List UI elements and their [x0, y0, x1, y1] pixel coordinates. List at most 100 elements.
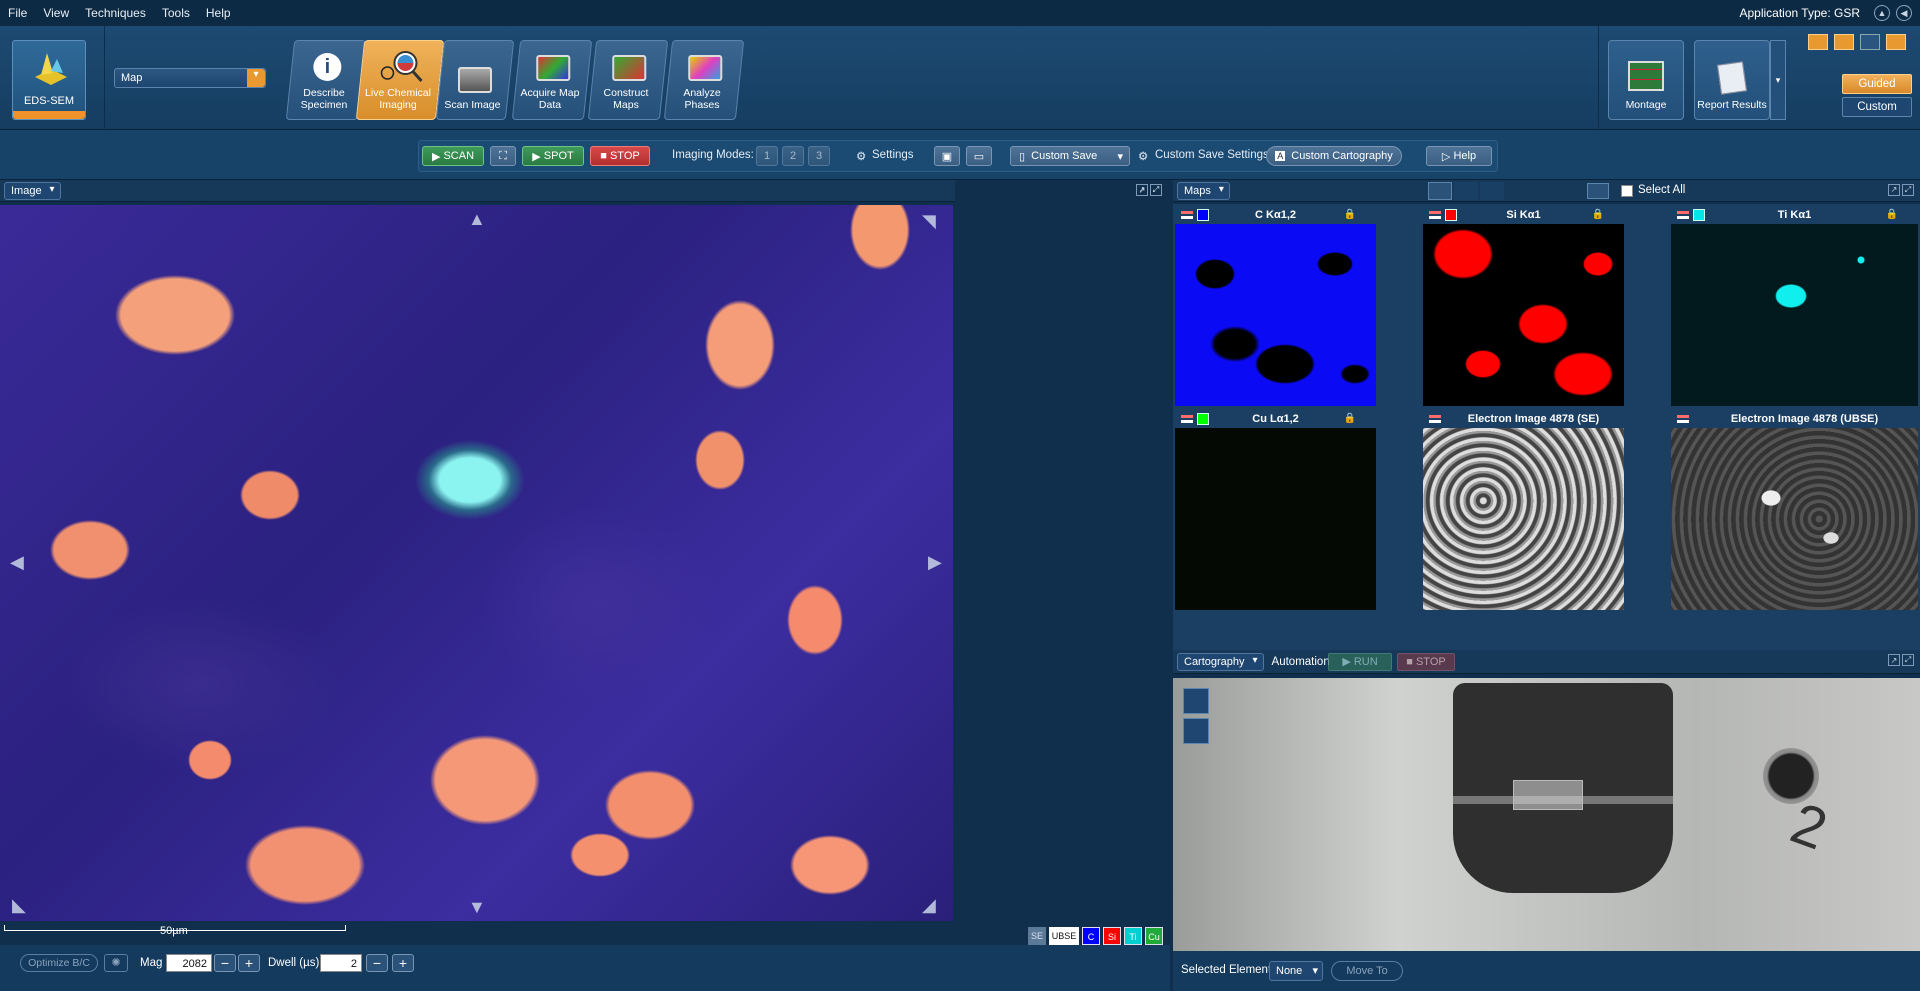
- mag-input[interactable]: 2082: [166, 954, 212, 972]
- workflow-describe-specimen[interactable]: i Describe Specimen: [285, 40, 367, 120]
- nav-down-right-icon[interactable]: ◢: [922, 895, 936, 916]
- lock-icon[interactable]: 🔒: [1344, 413, 1356, 424]
- hand-tool-icon[interactable]: [1183, 688, 1209, 714]
- layers-icon[interactable]: [1429, 209, 1441, 221]
- layers-icon[interactable]: [1429, 413, 1441, 425]
- channel-se[interactable]: SE: [1028, 927, 1046, 945]
- menu-view[interactable]: View: [35, 6, 77, 20]
- popout-icon[interactable]: ⤢: [1150, 184, 1162, 196]
- map-tile-si[interactable]: Si Kα1 🔒: [1423, 206, 1624, 406]
- layout-1-icon[interactable]: [1808, 34, 1828, 50]
- cartography-view[interactable]: 2: [1173, 678, 1920, 951]
- dwell-decrease-button[interactable]: −: [366, 954, 388, 972]
- channel-cu[interactable]: Cu: [1145, 927, 1163, 945]
- lock-icon[interactable]: 🔒: [1592, 209, 1604, 220]
- montage-button[interactable]: Montage: [1608, 40, 1684, 120]
- popout-icon[interactable]: ⤢: [1902, 654, 1914, 666]
- zoom-out-icon[interactable]: [1480, 182, 1504, 200]
- auto-settings-icon[interactable]: ✺: [104, 954, 128, 972]
- scan-area-button[interactable]: ⛶: [490, 146, 516, 166]
- expand-icon[interactable]: ↗: [1136, 184, 1148, 196]
- color-swatch[interactable]: [1197, 209, 1209, 221]
- nav-up-icon[interactable]: ▲: [468, 209, 486, 230]
- move-to-button[interactable]: Move To: [1331, 961, 1403, 981]
- layers-icon[interactable]: [1587, 183, 1609, 199]
- dwell-increase-button[interactable]: +: [392, 954, 414, 972]
- map-tile-ti[interactable]: Ti Kα1 🔒: [1671, 206, 1918, 406]
- map-tile-c[interactable]: C Kα1,2 🔒: [1175, 206, 1376, 406]
- stop-button[interactable]: ■ STOP: [590, 146, 650, 166]
- back-icon[interactable]: ◀: [1896, 5, 1912, 21]
- imaging-mode-3[interactable]: 3: [808, 146, 830, 166]
- menu-tools[interactable]: Tools: [154, 6, 198, 20]
- report-results-button[interactable]: Report Results: [1694, 40, 1770, 120]
- image-dropdown[interactable]: Image: [4, 181, 61, 200]
- guided-button[interactable]: Guided: [1842, 74, 1912, 94]
- channel-ti[interactable]: Ti: [1124, 927, 1142, 945]
- custom-save-settings-button[interactable]: Custom Save Settings: [1155, 149, 1269, 161]
- menu-techniques[interactable]: Techniques: [77, 6, 154, 20]
- color-swatch[interactable]: [1693, 209, 1705, 221]
- chevron-down-icon[interactable]: ▾: [1117, 150, 1123, 163]
- gear-icon[interactable]: ⚙: [1138, 149, 1148, 163]
- map-tile-cu[interactable]: Cu Lα1,2 🔒: [1175, 410, 1376, 610]
- up-icon[interactable]: ▲: [1874, 5, 1890, 21]
- layers-icon[interactable]: [1677, 209, 1689, 221]
- image-icon[interactable]: ▣: [934, 146, 960, 166]
- dwell-input[interactable]: 2: [320, 954, 362, 972]
- custom-save-button[interactable]: ▯ Custom Save ▾: [1010, 146, 1130, 166]
- mode-select[interactable]: Map ▾: [114, 68, 266, 88]
- color-swatch[interactable]: [1445, 209, 1457, 221]
- export-icon[interactable]: ▭: [966, 146, 992, 166]
- gear-icon[interactable]: ⚙: [856, 149, 866, 163]
- workflow-acquire-map-data[interactable]: Acquire Map Data: [511, 40, 593, 120]
- map-tile-ubse[interactable]: Electron Image 4878 (UBSE): [1671, 410, 1918, 610]
- custom-cartography-button[interactable]: A Custom Cartography: [1266, 146, 1402, 166]
- expand-icon[interactable]: ↗: [1888, 654, 1900, 666]
- settings-button[interactable]: Settings: [872, 149, 914, 161]
- layers-icon[interactable]: [1181, 209, 1193, 221]
- select-all-checkbox[interactable]: [1621, 185, 1633, 197]
- run-button[interactable]: ▶ RUN: [1328, 653, 1392, 671]
- workflow-analyze-phases[interactable]: Analyze Phases: [663, 40, 745, 120]
- channel-si[interactable]: Si: [1103, 927, 1121, 945]
- cartography-dropdown[interactable]: Cartography: [1177, 652, 1264, 671]
- layers-icon[interactable]: [1677, 413, 1689, 425]
- expand-icon[interactable]: ↗: [1888, 184, 1900, 196]
- optimize-bc-button[interactable]: Optimize B/C: [20, 954, 98, 972]
- layout-4-icon[interactable]: [1886, 34, 1906, 50]
- channel-c[interactable]: C: [1082, 927, 1100, 945]
- selected-element-dropdown[interactable]: None ▾: [1269, 961, 1323, 981]
- custom-button[interactable]: Custom: [1842, 97, 1912, 117]
- rect-select-icon[interactable]: [1183, 718, 1209, 744]
- mag-increase-button[interactable]: +: [238, 954, 260, 972]
- eds-sem-tile[interactable]: EDS-SEM: [12, 40, 86, 120]
- nav-up-right-icon[interactable]: ◥: [922, 211, 936, 232]
- cartography-stop-button[interactable]: ■ STOP: [1397, 653, 1455, 671]
- maps-dropdown[interactable]: Maps: [1177, 181, 1230, 200]
- workflow-scan-image[interactable]: Scan Image: [435, 40, 515, 120]
- nav-left-icon[interactable]: ◀: [10, 552, 24, 573]
- lock-icon[interactable]: 🔒: [1344, 209, 1356, 220]
- color-swatch[interactable]: [1197, 413, 1209, 425]
- menu-help[interactable]: Help: [198, 6, 239, 20]
- layers-icon[interactable]: [1181, 413, 1193, 425]
- popout-icon[interactable]: ⤢: [1902, 184, 1914, 196]
- channel-ubse[interactable]: UBSE: [1049, 927, 1079, 945]
- map-tile-se[interactable]: Electron Image 4878 (SE): [1423, 410, 1624, 610]
- imaging-mode-2[interactable]: 2: [782, 146, 804, 166]
- menu-file[interactable]: File: [0, 6, 35, 20]
- live-chemical-image[interactable]: ▲ ▼ ◀ ▶ ◥ ◢ ◣: [0, 205, 953, 921]
- nav-down-left-icon[interactable]: ◣: [12, 895, 26, 916]
- spot-button[interactable]: ▶ SPOT: [522, 146, 584, 166]
- imaging-mode-1[interactable]: 1: [756, 146, 778, 166]
- scan-button[interactable]: ▶ SCAN: [422, 146, 484, 166]
- workflow-construct-maps[interactable]: Construct Maps: [587, 40, 669, 120]
- workflow-live-chemical-imaging[interactable]: Live Chemical Imaging: [355, 40, 445, 120]
- zoom-in-icon[interactable]: [1454, 182, 1478, 200]
- nav-right-icon[interactable]: ▶: [928, 552, 942, 573]
- nav-down-icon[interactable]: ▼: [468, 897, 486, 918]
- lock-icon[interactable]: 🔒: [1886, 209, 1898, 220]
- layout-3-icon[interactable]: [1860, 34, 1880, 50]
- mag-decrease-button[interactable]: −: [214, 954, 236, 972]
